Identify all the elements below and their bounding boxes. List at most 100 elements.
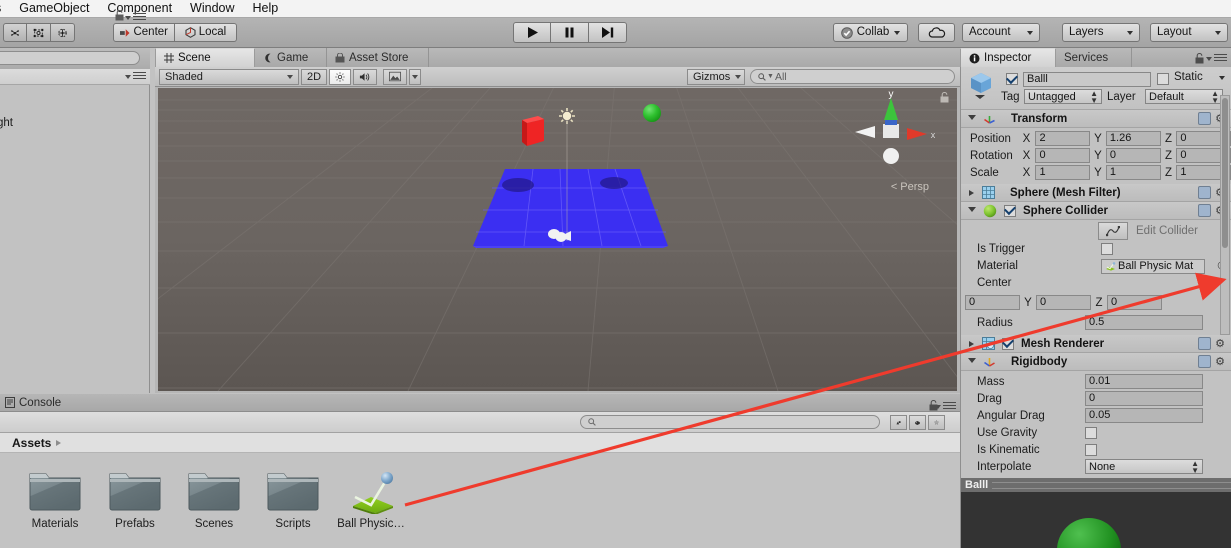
- component-header-mesh-renderer[interactable]: Mesh Renderer ⚙: [961, 335, 1231, 353]
- object-enabled-checkbox[interactable]: [1006, 73, 1018, 85]
- menu-item-help[interactable]: Help: [244, 0, 288, 17]
- pivot-rotation-button[interactable]: Local: [175, 23, 237, 42]
- tab-game[interactable]: Game: [255, 48, 327, 67]
- tag-dropdown[interactable]: Untagged ▲ ▼: [1024, 89, 1102, 104]
- menu-item-clipped[interactable]: s: [0, 0, 10, 17]
- favorites-icon[interactable]: [928, 415, 945, 430]
- foldout-icon[interactable]: [968, 206, 976, 215]
- component-header-sphere-collider[interactable]: Sphere Collider ⚙: [961, 202, 1231, 220]
- breadcrumb-chevron-icon: [56, 439, 62, 446]
- fx-icon[interactable]: [383, 68, 407, 85]
- component-header-transform[interactable]: Transform ⚙: [961, 110, 1231, 128]
- rotation-x-input[interactable]: 0: [1035, 148, 1091, 163]
- foldout-icon[interactable]: [968, 114, 976, 123]
- material-preview-header[interactable]: Balll: [961, 478, 1231, 492]
- asset-item[interactable]: Scripts: [250, 466, 336, 530]
- interpolate-dropdown[interactable]: None ▲ ▼: [1085, 459, 1203, 474]
- scale-x-input[interactable]: 1: [1035, 165, 1091, 180]
- is-kinematic-checkbox[interactable]: [1085, 443, 1097, 456]
- cloud-icon[interactable]: [918, 23, 955, 42]
- tab-asset-store[interactable]: Asset Store: [327, 48, 429, 67]
- material-object-field[interactable]: Ball Physic Mat: [1101, 259, 1205, 274]
- asset-item[interactable]: Scenes: [171, 466, 257, 530]
- tab-scene[interactable]: Scene: [155, 48, 255, 67]
- scale-y-input[interactable]: 1: [1105, 165, 1161, 180]
- scene-search-input[interactable]: ▼ All: [750, 69, 955, 84]
- step-button[interactable]: [589, 22, 627, 43]
- mesh-renderer-enabled-checkbox[interactable]: [1002, 337, 1014, 350]
- project-lock-icon[interactable]: [929, 399, 938, 414]
- project-menu-icon[interactable]: [935, 402, 956, 411]
- layout-button[interactable]: Layout: [1150, 23, 1228, 42]
- hierarchy-item-light[interactable]: ght: [0, 117, 13, 129]
- hierarchy-options-icon[interactable]: [125, 72, 146, 81]
- gear-icon[interactable]: ⚙: [1215, 337, 1225, 350]
- asset-item[interactable]: Prefabs: [92, 466, 178, 530]
- static-checkbox[interactable]: [1157, 73, 1169, 85]
- foldout-icon[interactable]: [969, 340, 974, 347]
- position-x-input[interactable]: 2: [1035, 131, 1091, 146]
- breadcrumb-assets[interactable]: Assets: [12, 436, 51, 450]
- is-trigger-checkbox[interactable]: [1101, 243, 1113, 255]
- account-button[interactable]: Account: [962, 23, 1040, 42]
- gizmos-dropdown[interactable]: Gizmos: [687, 68, 745, 85]
- filter-by-type-icon[interactable]: [890, 415, 907, 430]
- inspector-header-controls[interactable]: [1195, 53, 1231, 67]
- asset-item[interactable]: Materials: [12, 466, 98, 530]
- pivot-mode-button[interactable]: Center: [113, 23, 175, 42]
- component-header-mesh-filter[interactable]: Sphere (Mesh Filter) ⚙: [961, 184, 1231, 202]
- layers-button[interactable]: Layers: [1062, 23, 1140, 42]
- rect-tool-icon[interactable]: [27, 23, 51, 42]
- mass-input[interactable]: 0.01: [1085, 374, 1203, 389]
- transform-tool-icon[interactable]: [51, 23, 75, 42]
- console-tab[interactable]: Console: [0, 394, 960, 412]
- scene-viewport[interactable]: y x < Persp: [158, 88, 957, 391]
- toggle-2d-button[interactable]: 2D: [301, 68, 327, 85]
- drag-input[interactable]: 0: [1085, 391, 1203, 406]
- scene-lock-icon[interactable]: [940, 91, 949, 106]
- hierarchy-menu-icon[interactable]: [125, 13, 146, 22]
- component-header-rigidbody[interactable]: Rigidbody ⚙: [961, 353, 1231, 371]
- tab-inspector[interactable]: Inspector: [960, 48, 1056, 67]
- inspector-scrollbar[interactable]: [1220, 95, 1230, 335]
- help-icon[interactable]: [1198, 112, 1212, 125]
- angular-drag-input[interactable]: 0.05: [1085, 408, 1203, 423]
- edit-collider-button[interactable]: [1098, 222, 1128, 240]
- preview-drag-handle[interactable]: [992, 481, 1231, 489]
- help-icon[interactable]: [1198, 337, 1212, 350]
- use-gravity-checkbox[interactable]: [1085, 426, 1097, 439]
- play-button[interactable]: [513, 22, 551, 43]
- layer-dropdown[interactable]: Default ▲ ▼: [1145, 89, 1223, 104]
- lighting-icon[interactable]: [329, 68, 351, 85]
- sphere-collider-enabled-checkbox[interactable]: [1004, 204, 1016, 217]
- draw-mode-dropdown[interactable]: Shaded: [159, 68, 299, 85]
- material-preview-area[interactable]: [961, 492, 1231, 548]
- foldout-icon[interactable]: [969, 189, 974, 196]
- hierarchy-tree[interactable]: ght: [0, 85, 150, 393]
- hierarchy-search-input[interactable]: [0, 51, 140, 65]
- collab-button[interactable]: Collab: [833, 23, 908, 42]
- pause-button[interactable]: [551, 22, 589, 43]
- menu-item-window[interactable]: Window: [181, 0, 243, 17]
- foldout-icon[interactable]: [968, 357, 976, 366]
- project-asset-grid[interactable]: Materials Prefabs Scenes Scripts Ball Ph…: [0, 453, 960, 548]
- help-icon[interactable]: [1198, 204, 1212, 217]
- audio-icon[interactable]: [353, 68, 377, 85]
- position-y-input[interactable]: 1.26: [1105, 131, 1161, 146]
- object-name-input[interactable]: Balll: [1023, 72, 1151, 87]
- scale-tool-icon[interactable]: [3, 23, 27, 42]
- filter-by-label-icon[interactable]: [909, 415, 926, 430]
- asset-item-ball-physic[interactable]: Ball Physic…: [328, 466, 414, 530]
- rotation-y-input[interactable]: 0: [1105, 148, 1161, 163]
- tab-services[interactable]: Services: [1056, 48, 1132, 67]
- gear-icon[interactable]: ⚙: [1215, 355, 1225, 368]
- menu-item-gameobject[interactable]: GameObject: [10, 0, 98, 17]
- radius-input[interactable]: 0.5: [1085, 315, 1203, 330]
- help-icon[interactable]: [1198, 186, 1212, 199]
- hierarchy-lock-icon[interactable]: [115, 9, 124, 24]
- project-search-input[interactable]: [580, 415, 880, 429]
- scene-view-gizmo[interactable]: y x: [847, 89, 936, 178]
- fx-dropdown-arrow[interactable]: [409, 68, 421, 85]
- projection-label[interactable]: < Persp: [891, 181, 929, 193]
- help-icon[interactable]: [1198, 355, 1212, 368]
